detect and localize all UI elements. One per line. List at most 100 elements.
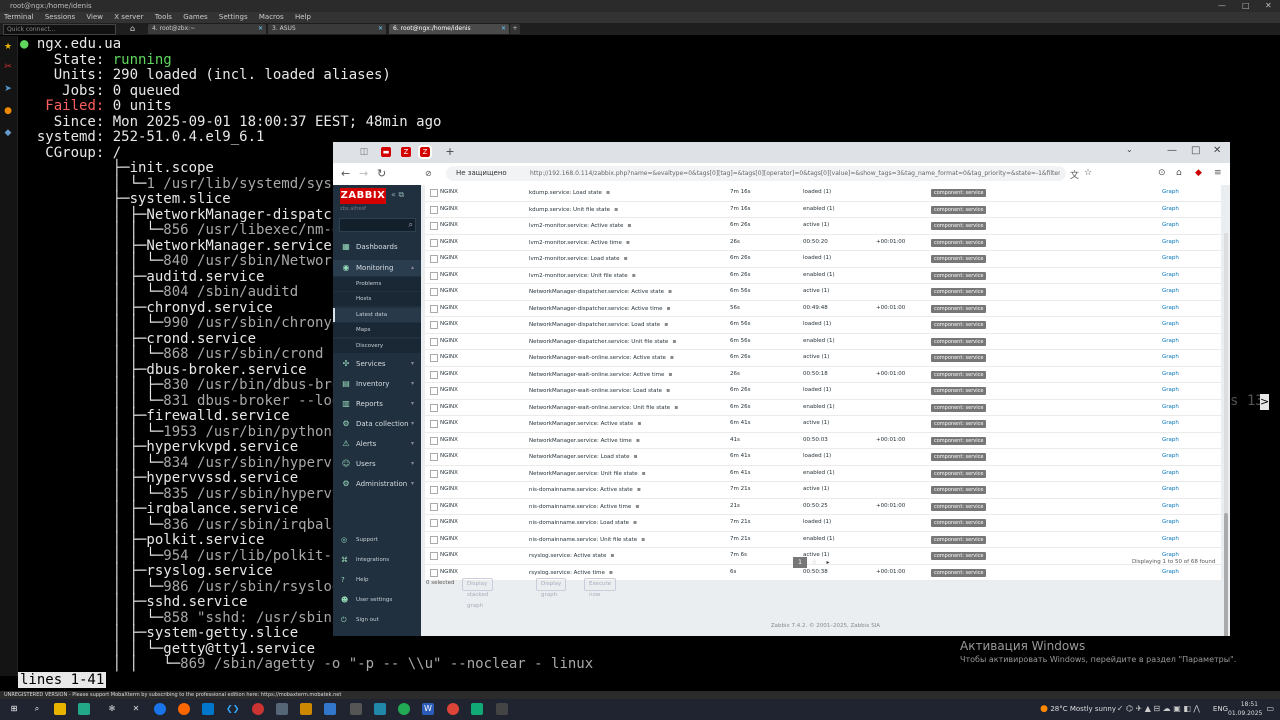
chrome-icon[interactable] <box>447 703 459 715</box>
tag-badge[interactable]: component: service <box>931 255 987 263</box>
close-icon[interactable]: ✕ <box>1265 0 1272 12</box>
graph-link[interactable]: Graph <box>1162 367 1179 383</box>
search-icon[interactable]: ⌕ <box>409 219 413 231</box>
zabbix-tab-icon[interactable]: ▬ <box>381 147 391 157</box>
host-cell[interactable]: NGINX <box>440 383 458 399</box>
firefox-icon[interactable] <box>178 703 190 715</box>
row-checkbox[interactable] <box>430 535 438 544</box>
host-cell[interactable]: NGINX <box>440 515 458 531</box>
sidebar-item-dashboards[interactable]: ▦ Dashboards <box>333 239 421 255</box>
home-icon[interactable]: ⌂ <box>130 24 142 34</box>
minimize-icon[interactable]: — <box>1167 145 1177 156</box>
graph-link[interactable]: Graph <box>1162 433 1179 449</box>
page-1-button[interactable]: 1 <box>793 557 807 568</box>
app-icon[interactable] <box>78 703 90 715</box>
tools-icon[interactable]: ✂ <box>3 62 13 72</box>
session-tab-zbx[interactable]: 4. root@zbx:~ ✕ <box>148 24 266 34</box>
menu-games[interactable]: Games <box>183 13 208 21</box>
host-cell[interactable]: NGINX <box>440 268 458 284</box>
row-checkbox[interactable] <box>430 420 438 428</box>
item-info-icon[interactable]: ▪ <box>670 350 674 366</box>
sidebar-sub-discovery[interactable]: Discovery <box>333 339 421 353</box>
graph-link[interactable]: Graph <box>1162 284 1179 300</box>
tag-badge[interactable]: component: service <box>931 370 987 379</box>
zabbix-logo[interactable]: ZABBIX <box>340 188 386 204</box>
host-cell[interactable]: NGINX <box>440 466 458 482</box>
mobaxterm-icon[interactable] <box>496 703 508 715</box>
sidebar-item-administration[interactable]: ⚙ Administration ▾ <box>333 476 421 492</box>
host-cell[interactable]: NGINX <box>440 416 458 432</box>
address-bar[interactable]: Не защищено http://192.168.0.114/zabbix.… <box>446 166 1066 181</box>
tag-badge[interactable]: component: service <box>931 271 987 280</box>
row-checkbox[interactable] <box>430 238 438 247</box>
sidebar-integrations[interactable]: ⌘ Integrations <box>333 553 421 567</box>
tag-badge[interactable]: component: service <box>931 387 987 395</box>
item-info-icon[interactable]: ▪ <box>634 449 638 465</box>
graph-link[interactable]: Graph <box>1162 499 1179 515</box>
row-checkbox[interactable] <box>430 568 438 577</box>
tag-badge[interactable]: component: service <box>931 420 987 428</box>
quick-connect-input[interactable]: Quick connect... <box>3 24 116 35</box>
tag-badge[interactable]: component: service <box>931 502 987 511</box>
menu-help[interactable]: Help <box>295 13 311 21</box>
row-checkbox[interactable] <box>430 255 438 263</box>
item-info-icon[interactable]: ▪ <box>610 548 614 564</box>
item-info-icon[interactable]: ▪ <box>668 367 672 383</box>
graph-link[interactable]: Graph <box>1162 383 1179 399</box>
translate-icon[interactable]: 文 <box>1070 168 1079 181</box>
tag-badge[interactable]: component: service <box>931 403 987 412</box>
forward-icon[interactable]: → <box>359 167 368 180</box>
minimize-icon[interactable]: — <box>1218 0 1226 12</box>
row-checkbox[interactable] <box>430 387 438 395</box>
row-checkbox[interactable] <box>430 205 438 214</box>
extensions-icon[interactable]: ⌂ <box>1176 168 1182 178</box>
downloads-icon[interactable]: ⊙ <box>1158 168 1166 178</box>
host-cell[interactable]: NGINX <box>440 185 458 201</box>
graph-link[interactable]: Graph <box>1162 565 1179 581</box>
sidebar-item-inventory[interactable]: ▤ Inventory ▾ <box>333 376 421 392</box>
maximize-icon[interactable]: □ <box>1191 145 1200 156</box>
host-cell[interactable]: NGINX <box>440 334 458 350</box>
tray-icons[interactable]: ✓ ⌬ ✈ ▲ ⊟ ☁ ▣ ◧ ⋀ <box>1117 704 1200 713</box>
info-icon[interactable]: ⊘ <box>425 169 432 178</box>
item-info-icon[interactable]: ▪ <box>614 202 618 218</box>
session-tab-asus[interactable]: 3. ASUS ✕ <box>268 24 386 34</box>
graph-link[interactable]: Graph <box>1162 235 1179 251</box>
tag-badge[interactable]: component: service <box>931 288 987 296</box>
host-cell[interactable]: NGINX <box>440 235 458 251</box>
row-checkbox[interactable] <box>430 271 438 280</box>
graph-link[interactable]: Graph <box>1162 350 1179 366</box>
graph-link[interactable]: Graph <box>1162 532 1179 548</box>
app-icon[interactable] <box>276 703 288 715</box>
row-checkbox[interactable] <box>430 222 438 230</box>
url-text[interactable]: http://192.168.0.114/zabbix.php?name=&ev… <box>530 166 1060 181</box>
graph-link[interactable]: Graph <box>1162 317 1179 333</box>
menu-view[interactable]: View <box>86 13 103 21</box>
row-checkbox[interactable] <box>430 436 438 445</box>
graph-link[interactable]: Graph <box>1162 202 1179 218</box>
host-cell[interactable]: NGINX <box>440 433 458 449</box>
tag-badge[interactable]: component: service <box>931 535 987 544</box>
display-graph-button[interactable]: Display graph <box>536 578 567 598</box>
sidebar-item-users[interactable]: ☺ Users ▾ <box>333 456 421 472</box>
row-checkbox[interactable] <box>430 486 438 494</box>
row-checkbox[interactable] <box>430 354 438 362</box>
item-info-icon[interactable]: ▪ <box>627 218 631 234</box>
app-icon[interactable] <box>350 703 362 715</box>
menu-sessions[interactable]: Sessions <box>45 13 75 21</box>
item-info-icon[interactable]: ▪ <box>641 532 645 548</box>
scrollbar[interactable] <box>1224 233 1228 636</box>
graph-link[interactable]: Graph <box>1162 482 1179 498</box>
host-cell[interactable]: NGINX <box>440 202 458 218</box>
tag-badge[interactable]: component: service <box>931 205 987 214</box>
row-checkbox[interactable] <box>430 552 438 560</box>
tag-badge[interactable]: component: service <box>931 519 987 527</box>
row-checkbox[interactable] <box>430 304 438 313</box>
graph-link[interactable]: Graph <box>1162 515 1179 531</box>
graph-link[interactable]: Graph <box>1162 466 1179 482</box>
app-icon[interactable] <box>471 703 483 715</box>
star-icon[interactable]: ★ <box>3 42 13 52</box>
host-cell[interactable]: NGINX <box>440 251 458 267</box>
reload-icon[interactable]: ↻ <box>377 167 386 180</box>
host-cell[interactable]: NGINX <box>440 482 458 498</box>
